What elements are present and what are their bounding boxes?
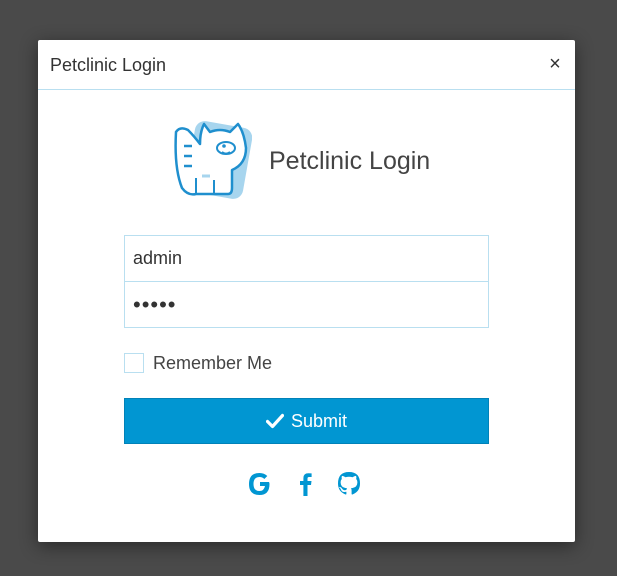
password-input[interactable] xyxy=(124,281,489,328)
logo-title: Petclinic Login xyxy=(269,147,431,175)
login-dialog: Petclinic Login × Petclinic Login Rememb… xyxy=(38,40,575,542)
logo-row: Petclinic Login xyxy=(170,118,470,204)
github-icon[interactable] xyxy=(335,470,363,498)
remember-me-label[interactable]: Remember Me xyxy=(153,353,272,374)
submit-button[interactable]: Submit xyxy=(124,398,489,444)
google-icon[interactable] xyxy=(246,470,274,498)
facebook-icon[interactable] xyxy=(292,470,320,498)
remember-me-row: Remember Me xyxy=(124,352,272,374)
login-form xyxy=(124,235,489,328)
cat-mascot-icon xyxy=(174,121,252,199)
submit-label: Submit xyxy=(290,410,348,431)
remember-me-checkbox[interactable] xyxy=(124,353,144,373)
check-icon xyxy=(265,413,284,429)
username-input[interactable] xyxy=(124,235,489,282)
dialog-title: Petclinic Login xyxy=(50,55,167,75)
social-login-row xyxy=(246,470,371,500)
close-button[interactable]: × xyxy=(545,53,565,75)
dialog-header: Petclinic Login × xyxy=(38,40,575,90)
